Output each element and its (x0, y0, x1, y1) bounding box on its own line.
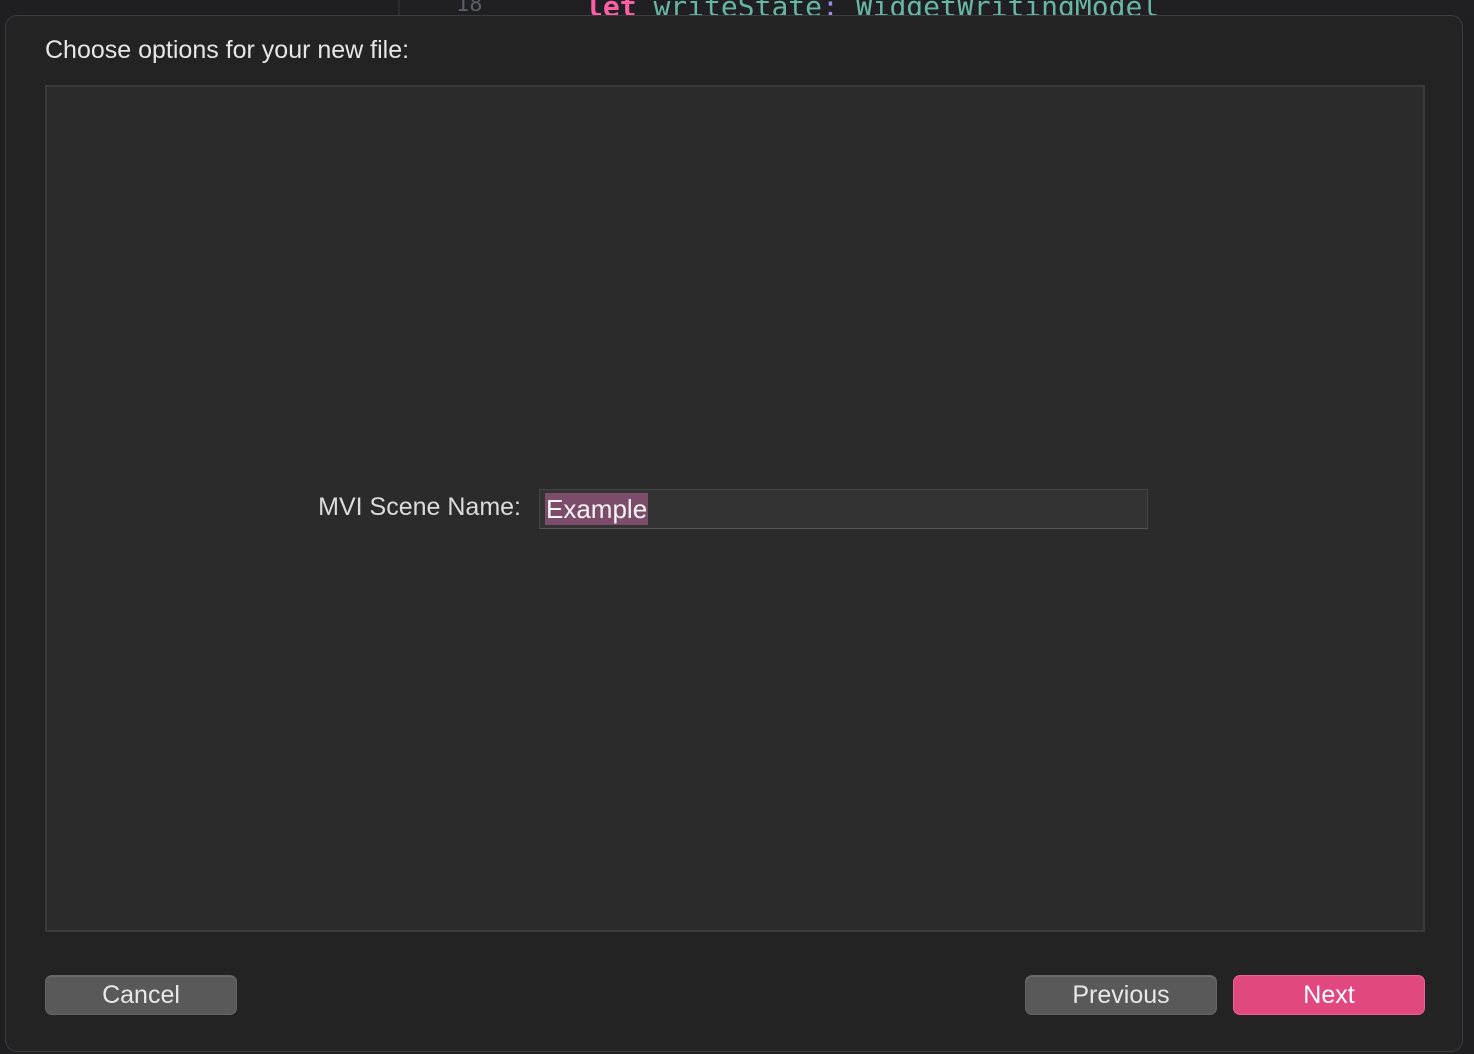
previous-button[interactable]: Previous (1025, 975, 1217, 1015)
options-panel: MVI Scene Name: Example (45, 85, 1425, 932)
dialog-title: Choose options for your new file: (45, 36, 410, 64)
background-code-identifier: writeState (653, 0, 822, 16)
background-code-line: let writeState: WidgetWritingModel (586, 0, 1159, 16)
scene-name-selected-text[interactable]: Example (545, 493, 649, 525)
background-code-keyword: let (586, 0, 637, 16)
background-line-number: 18 (456, 0, 483, 16)
background-code-type: WidgetWritingModel (856, 0, 1159, 16)
new-file-options-dialog: Choose options for your new file: MVI Sc… (5, 15, 1463, 1052)
background-code-separator: : (822, 0, 839, 16)
scene-name-label: MVI Scene Name: (318, 493, 521, 521)
next-button[interactable]: Next (1233, 975, 1425, 1015)
cancel-button[interactable]: Cancel (45, 975, 237, 1015)
scene-name-input[interactable]: Example (539, 489, 1148, 529)
background-code-editor: 18 let writeState: WidgetWritingModel (398, 0, 1474, 16)
